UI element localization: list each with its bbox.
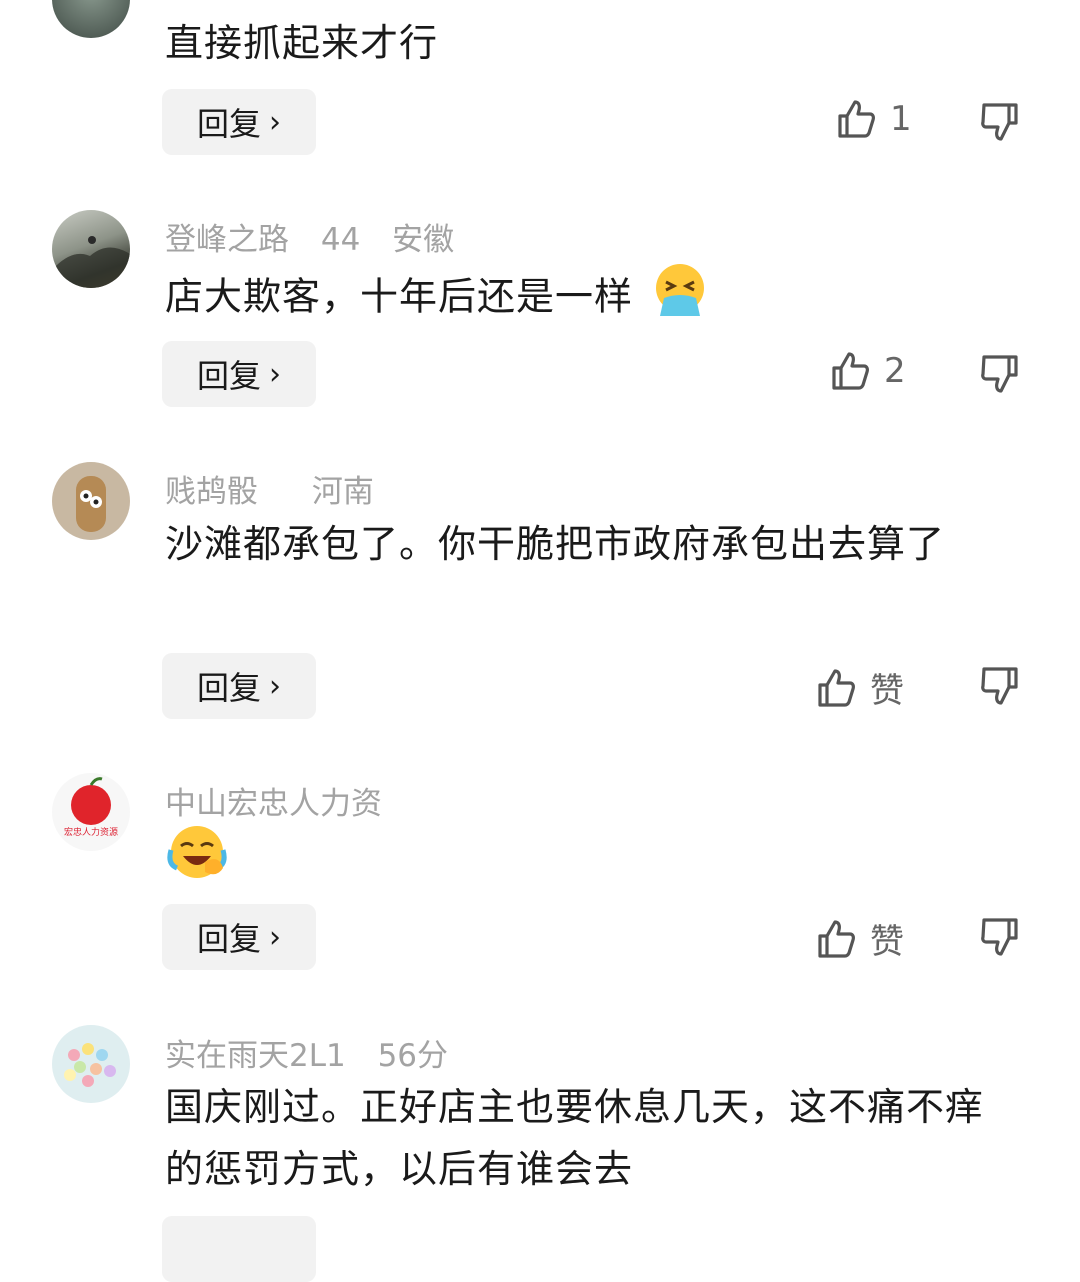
avatar[interactable] [52,1025,130,1103]
username[interactable]: 实在雨天2L1 [165,1038,346,1074]
avatar[interactable] [52,0,130,38]
thumbs-down-icon [981,918,1018,956]
like-button[interactable]: 1 [836,98,912,140]
thumbs-down-icon [981,667,1018,705]
location: 安徽 [392,222,455,258]
like-label: 赞 [870,671,904,711]
comment-text [165,822,1025,900]
like-button[interactable]: 赞 [816,914,904,963]
reply-label: 回复 [196,920,261,958]
username[interactable]: 贱鸪骰 [165,474,258,510]
avatar[interactable] [52,462,130,540]
like-button[interactable]: 赞 [816,663,904,712]
laughing-crying-emoji-icon [165,822,229,900]
reply-button[interactable]: 回复 › [162,904,316,970]
like-count: 2 [884,351,906,391]
timestamp: 56分 [377,1038,449,1074]
avatar[interactable]: 宏忠人力资源 [52,773,130,851]
comment-text-content: 店大欺客，十年后还是一样 [165,274,634,319]
like-count: 1 [890,99,912,139]
username[interactable]: 登峰之路 [165,222,289,258]
timestamp: 44 [320,222,361,258]
reply-label: 回复 [196,105,261,143]
comment-meta: 贱鸪骰 河南 [165,466,396,511]
chevron-right-icon: › [269,356,281,392]
location: 河南 [311,474,374,510]
reply-button[interactable]: 回复 › [162,341,316,407]
thumbs-up-icon [818,668,855,707]
comment-meta: 中山宏忠人力资 [165,778,404,823]
chevron-right-icon: › [269,104,281,140]
avatar-caption: 宏忠人力资源 [63,828,118,838]
comment-meta: 登峰之路 44 安徽 [165,214,476,259]
dislike-button[interactable] [980,101,1020,147]
like-button[interactable]: 2 [830,350,906,392]
username[interactable]: 中山宏忠人力资 [165,786,382,822]
dislike-button[interactable] [980,665,1020,711]
dislike-button[interactable] [980,353,1020,399]
comment-meta: 实在雨天2L1 56分 [165,1030,470,1075]
dislike-button[interactable] [980,916,1020,962]
thumbs-up-icon [818,919,855,958]
reply-button[interactable]: 回复 › [162,89,316,155]
reply-label: 回复 [196,357,261,395]
reply-button[interactable] [162,1216,316,1282]
thumbs-up-icon [832,352,869,390]
thumbs-down-icon [981,103,1018,141]
comment-text: 国庆刚过。正好店主也要休息几天，这不痛不痒的惩罚方式，以后有谁会去 [165,1085,985,1191]
reply-label: 回复 [196,669,261,707]
thumbs-up-icon [838,100,875,138]
chevron-right-icon: › [269,668,281,704]
like-label: 赞 [870,922,904,962]
comment-text: 直接抓起来才行 [165,21,439,65]
avatar[interactable] [52,210,130,288]
comment-text: 沙滩都承包了。你干脆把市政府承包出去算了 [165,522,946,566]
thumbs-down-icon [981,355,1018,393]
reply-button[interactable]: 回复 › [162,653,316,719]
chevron-right-icon: › [269,919,281,955]
comment-text: 店大欺客，十年后还是一样 [165,262,1025,336]
puke-emoji-icon [650,262,710,336]
